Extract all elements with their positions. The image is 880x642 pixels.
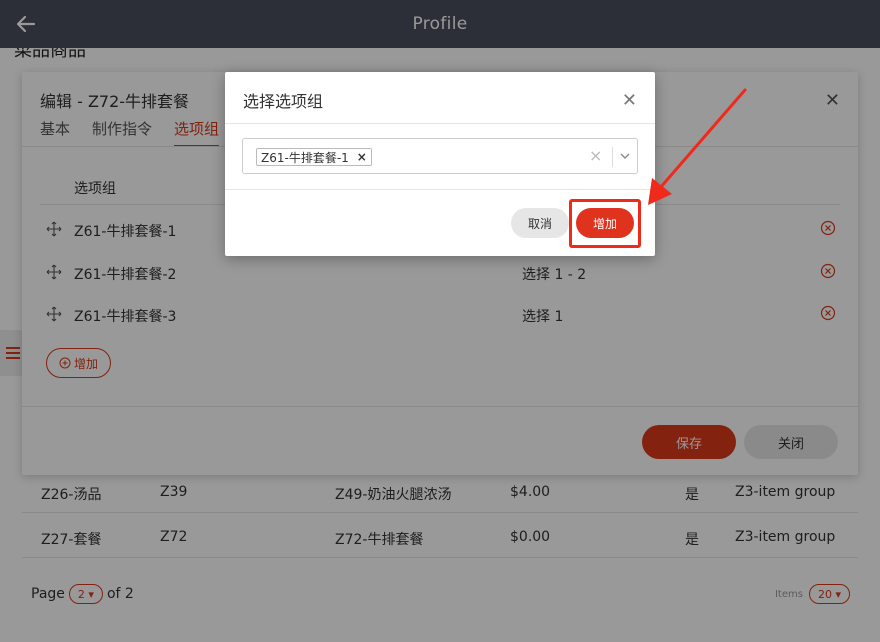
chip-remove-icon[interactable]: ×	[357, 150, 367, 164]
cancel-button[interactable]: 取消	[511, 208, 569, 238]
divider	[612, 147, 613, 167]
selected-chip: Z61-牛排套餐-1 ×	[256, 148, 372, 166]
add-button[interactable]: 增加	[576, 208, 634, 238]
clear-selection-icon[interactable]: ×	[589, 146, 602, 165]
chevron-down-icon[interactable]	[619, 150, 631, 162]
divider	[225, 189, 655, 190]
selected-chip-label: Z61-牛排套餐-1	[261, 150, 349, 165]
close-icon[interactable]: ✕	[622, 90, 637, 111]
option-group-multiselect[interactable]: Z61-牛排套餐-1 × ×	[242, 138, 638, 174]
select-dialog-title: 选择选项组	[243, 92, 324, 111]
divider	[225, 123, 655, 124]
select-option-group-dialog: 选择选项组 ✕ Z61-牛排套餐-1 × × 取消 增加	[225, 72, 655, 256]
